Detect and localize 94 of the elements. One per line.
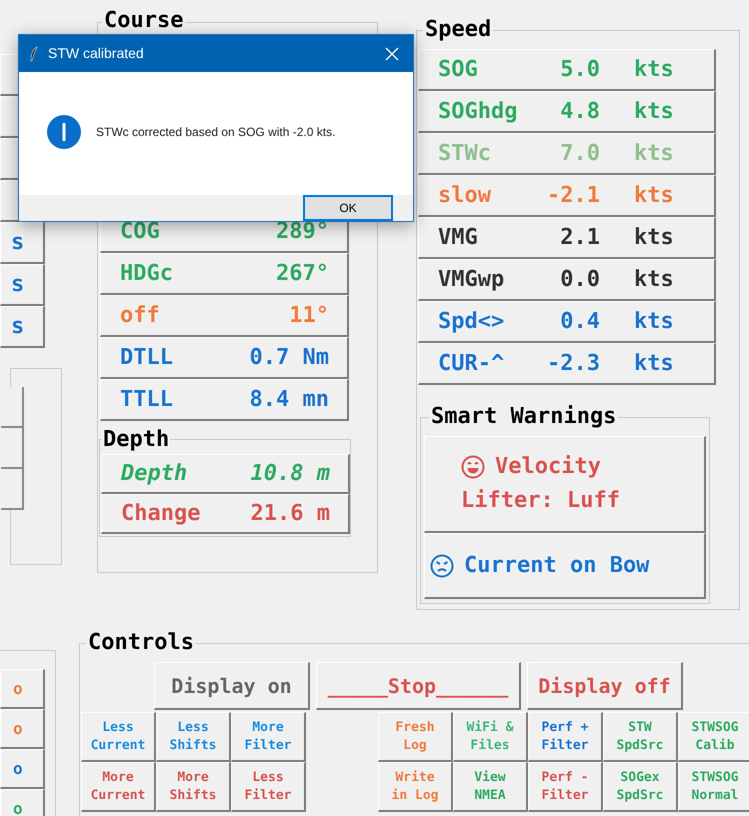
reading-label: off [120, 302, 160, 330]
control-button[interactable]: Display off [527, 662, 683, 710]
reading-unit: kts [634, 224, 675, 252]
reading-label: CUR-^ [438, 350, 506, 378]
control-button[interactable]: SOGex SpdSrc [603, 762, 678, 812]
reading-button[interactable]: DTLL 0.7 Nm [100, 337, 349, 379]
control-button[interactable]: Perf + Filter [528, 712, 603, 762]
panel-button[interactable]: o [0, 709, 45, 749]
control-button[interactable]: Write in Log [378, 762, 453, 812]
feather-icon [29, 46, 39, 62]
reading-button[interactable]: VMG 2.1 kts [418, 217, 716, 259]
reading-value: 0.7 Nm [250, 344, 329, 372]
reading-button[interactable]: STWc 7.0 kts [418, 133, 716, 175]
panel-title: Depth [102, 427, 170, 453]
reading-value: 10.8 m [250, 460, 330, 488]
reading-button[interactable]: HDGc 267° [100, 253, 349, 295]
control-button[interactable]: STW SpdSrc [603, 712, 678, 762]
reading-button[interactable]: Change 21.6 m [101, 494, 350, 534]
warning-text: Current on Bow [464, 552, 650, 580]
reading-label: SOGhdg [438, 98, 518, 126]
reading-button[interactable]: Spd<> 0.4 kts [418, 301, 716, 343]
reading-button[interactable]: off 11° [100, 295, 349, 337]
control-button[interactable]: Perf - Filter [528, 762, 603, 812]
reading-unit: kts [634, 98, 675, 126]
control-button[interactable]: Less Filter [231, 762, 306, 812]
reading-button[interactable]: slow -2.1 kts [418, 175, 716, 217]
panel-button[interactable]: o [0, 749, 45, 789]
reading-label: Change [121, 500, 200, 528]
control-button[interactable]: Less Shifts [156, 712, 231, 762]
reading-value: 5.0 [559, 56, 600, 84]
control-button[interactable]: More Filter [231, 712, 306, 762]
reading-label: SOG [438, 56, 479, 84]
reading-label: HDGc [120, 260, 173, 288]
angry-face-icon [430, 554, 454, 578]
panel-button[interactable]: o [0, 669, 45, 709]
blank-button[interactable] [1, 469, 24, 510]
reading-label: VMG [438, 224, 479, 252]
reading-label: Depth [121, 460, 188, 488]
reading-value: 4.8 [559, 98, 600, 126]
reading-value: 11° [289, 302, 329, 330]
control-button[interactable]: Display on [154, 662, 310, 710]
control-button[interactable]: Fresh Log [378, 712, 453, 762]
reading-value: 267° [276, 260, 329, 288]
ok-button[interactable]: OK [303, 195, 393, 221]
info-icon [46, 114, 82, 150]
reading-value: 8.4 mn [250, 386, 329, 414]
reading-unit: kts [634, 308, 675, 336]
dialog-message: STWc corrected based on SOG with -2.0 kts. [96, 124, 336, 140]
reading-label: VMGwp [438, 266, 506, 294]
panel-button[interactable]: s [0, 306, 45, 348]
reading-button[interactable]: SOG 5.0 kts [418, 49, 716, 91]
reading-unit: kts [634, 56, 675, 84]
reading-label: DTLL [120, 344, 173, 372]
warning-text: Velocity [495, 453, 601, 481]
reading-value: -2.1 [546, 182, 600, 210]
reading-value: 7.0 [559, 140, 600, 168]
reading-value: 0.4 [559, 308, 600, 336]
control-button[interactable]: More Shifts [156, 762, 231, 812]
reading-label: COG [120, 218, 160, 246]
reading-button[interactable]: TTLL 8.4 mn [100, 379, 349, 421]
panel-title: Speed [423, 17, 494, 43]
panel-button[interactable]: s [0, 222, 45, 264]
control-button[interactable]: Less Current [81, 712, 156, 762]
close-icon[interactable] [385, 46, 399, 60]
panel-button[interactable]: s [0, 264, 45, 306]
dialog-title: STW calibrated [48, 44, 144, 63]
reading-label: slow [438, 182, 492, 210]
reading-value: 2.1 [559, 224, 600, 252]
control-button[interactable]: _____Stop______ [316, 662, 521, 710]
warning-text: Lifter: Luff [461, 487, 620, 515]
panel-button[interactable]: o [0, 789, 45, 816]
reading-value: 289° [276, 218, 329, 246]
laughing-face-icon [461, 455, 485, 479]
reading-button[interactable]: VMGwp 0.0 kts [418, 259, 716, 301]
reading-label: STWc [438, 140, 492, 168]
reading-value: 21.6 m [250, 500, 330, 528]
reading-unit: kts [634, 140, 675, 168]
reading-label: Spd<> [438, 308, 506, 336]
reading-unit: kts [634, 350, 675, 378]
reading-button[interactable]: Depth 10.8 m [101, 454, 350, 494]
control-button[interactable]: WiFi & Files [453, 712, 528, 762]
reading-button[interactable]: CUR-^ -2.3 kts [418, 343, 716, 385]
reading-unit: kts [634, 182, 675, 210]
control-button[interactable]: More Current [81, 762, 156, 812]
control-button[interactable]: View NMEA [453, 762, 528, 812]
reading-value: -2.3 [546, 350, 600, 378]
reading-value: 0.0 [559, 266, 600, 294]
reading-label: TTLL [120, 386, 173, 414]
panel-title: Smart Warnings [429, 404, 618, 430]
reading-unit: kts [634, 266, 675, 294]
blank-button[interactable] [1, 428, 24, 469]
control-button[interactable]: STWSOG Calib [678, 712, 749, 762]
reading-button[interactable]: SOGhdg 4.8 kts [418, 91, 716, 133]
control-button[interactable]: STWSOG Normal [678, 762, 749, 812]
